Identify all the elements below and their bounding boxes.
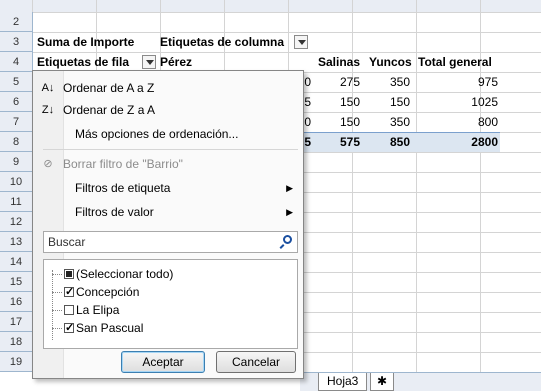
pivot-column-labels[interactable]: Etiquetas de columna xyxy=(160,32,284,52)
search-input[interactable]: Buscar xyxy=(43,231,298,253)
list-item-label: Concepción xyxy=(76,285,140,299)
row-header[interactable]: 7 xyxy=(0,112,32,132)
list-item-label: San Pascual xyxy=(76,321,144,335)
pivot-cell-partial[interactable]: 5 xyxy=(303,92,311,112)
pivot-cell[interactable]: 350 xyxy=(370,112,410,132)
pivot-cell[interactable]: 800 xyxy=(430,112,498,132)
sort-ascending-icon: A↓ xyxy=(41,82,55,94)
row-header[interactable]: 14 xyxy=(0,252,32,272)
sort-a-to-z-item[interactable]: A↓ Ordenar de A a Z xyxy=(33,77,303,99)
checkbox-checked-icon[interactable] xyxy=(64,319,74,337)
checkbox-unchecked-icon[interactable] xyxy=(64,305,74,315)
row-header[interactable]: 6 xyxy=(0,92,32,112)
menu-item-label: Ordenar de Z a A xyxy=(63,103,156,117)
row-filter-dropdown-button[interactable] xyxy=(142,55,156,69)
row-header[interactable]: 9 xyxy=(0,152,32,172)
pivot-total-cell[interactable]: 2800 xyxy=(430,132,498,152)
pivot-cell[interactable]: 350 xyxy=(370,72,410,92)
list-item-label: (Seleccionar todo) xyxy=(76,267,174,281)
row-header[interactable]: 11 xyxy=(0,192,32,212)
pivot-cell-partial[interactable]: 0 xyxy=(303,72,311,92)
pivot-total-cell[interactable]: 575 xyxy=(320,132,360,152)
checkbox-checked-icon[interactable] xyxy=(64,283,74,301)
row-header[interactable]: 8 xyxy=(0,132,32,152)
pivot-total-cell[interactable]: 850 xyxy=(370,132,410,152)
more-sort-options-item[interactable]: Más opciones de ordenación... xyxy=(33,123,303,145)
menu-item-label: Ordenar de A a Z xyxy=(63,81,155,95)
pivot-cell[interactable]: 150 xyxy=(320,112,360,132)
ok-button[interactable]: Aceptar xyxy=(121,351,205,373)
pivot-column-header-total[interactable]: Total general xyxy=(418,52,492,72)
pivot-cell[interactable]: 975 xyxy=(430,72,498,92)
submenu-arrow-icon: ▶ xyxy=(286,183,293,193)
pivot-cell[interactable]: 275 xyxy=(320,72,360,92)
row-header[interactable]: 13 xyxy=(0,232,32,252)
pivot-total-partial[interactable]: 5 xyxy=(303,132,311,152)
row-header[interactable]: 2 xyxy=(0,12,32,32)
sheet-tab-bar: Hoja3 ✱ xyxy=(300,372,541,391)
menu-separator xyxy=(43,149,298,150)
row-header[interactable]: 17 xyxy=(0,312,32,332)
search-icon xyxy=(283,235,292,244)
pivot-row-labels[interactable]: Etiquetas de fila xyxy=(37,52,129,72)
row-header[interactable]: 15 xyxy=(0,272,32,292)
cancel-button[interactable]: Cancelar xyxy=(216,351,296,373)
row-header[interactable]: 4 xyxy=(0,52,32,72)
row-header[interactable]: 18 xyxy=(0,332,32,352)
filter-dropdown-menu: A↓ Ordenar de A a Z Z↓ Ordenar de Z a A … xyxy=(32,70,304,379)
new-sheet-tab-icon[interactable]: ✱ xyxy=(370,373,395,391)
list-item-select-all[interactable]: (Seleccionar todo) xyxy=(64,265,173,283)
tree-connector xyxy=(52,328,62,330)
submenu-arrow-icon: ▶ xyxy=(286,207,293,217)
filter-item-list[interactable]: (Seleccionar todo) Concepción La Elipa S… xyxy=(43,259,298,349)
sheet-tab-hoja3[interactable]: Hoja3 xyxy=(318,373,368,391)
tree-connector xyxy=(52,310,62,312)
tree-connector xyxy=(52,292,62,294)
list-item-label: La Elipa xyxy=(76,303,120,317)
row-header[interactable]: 16 xyxy=(0,292,32,312)
list-item-la-elipa[interactable]: La Elipa xyxy=(64,301,119,319)
row-header[interactable]: 10 xyxy=(0,172,32,192)
list-item-concepcion[interactable]: Concepción xyxy=(64,283,139,301)
sort-descending-icon: Z↓ xyxy=(41,104,55,116)
sort-z-to-a-item[interactable]: Z↓ Ordenar de Z a A xyxy=(33,99,303,121)
column-filter-dropdown-button[interactable] xyxy=(294,35,308,49)
search-placeholder: Buscar xyxy=(48,235,86,249)
row-header[interactable]: 12 xyxy=(0,212,32,232)
row-header[interactable]: 5 xyxy=(0,72,32,92)
pivot-cell-partial[interactable]: 0 xyxy=(303,112,311,132)
pivot-column-header-perez[interactable]: Pérez xyxy=(160,52,192,72)
clear-filter-icon: ⊘ xyxy=(43,158,53,170)
row-header[interactable]: 19 xyxy=(0,352,32,372)
pivot-column-header-yuncos[interactable]: Yuncos xyxy=(369,52,412,72)
menu-item-label: Borrar filtro de "Barrio" xyxy=(63,157,183,171)
value-filters-item[interactable]: Filtros de valor ▶ xyxy=(33,201,303,223)
pivot-cell[interactable]: 150 xyxy=(370,92,410,112)
pivot-sum-label[interactable]: Suma de Importe xyxy=(37,32,134,52)
clear-filter-item[interactable]: ⊘ Borrar filtro de "Barrio" xyxy=(33,153,303,175)
label-filters-item[interactable]: Filtros de etiqueta ▶ xyxy=(33,177,303,199)
pivot-cell[interactable]: 150 xyxy=(320,92,360,112)
row-header[interactable]: 3 xyxy=(0,32,32,52)
pivot-column-header-salinas[interactable]: Salinas xyxy=(318,52,360,72)
list-item-san-pascual[interactable]: San Pascual xyxy=(64,319,143,337)
checkbox-partial-icon[interactable] xyxy=(64,269,74,279)
tree-connector xyxy=(52,274,62,276)
pivot-cell[interactable]: 1025 xyxy=(430,92,498,112)
row-headers: 2 3 4 5 6 7 8 9 10 11 12 13 14 15 16 17 … xyxy=(0,12,33,372)
